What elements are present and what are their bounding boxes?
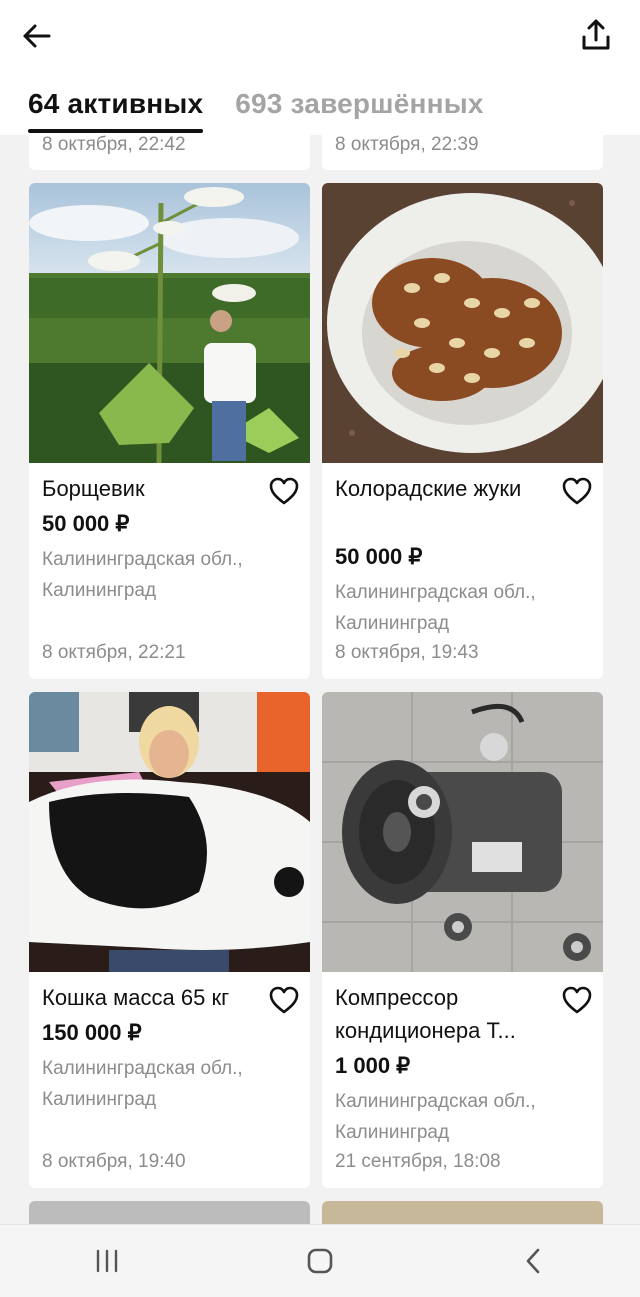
listing-title: Кошка масса 65 кг xyxy=(42,985,230,1010)
hogweed-photo-illustration xyxy=(29,183,310,463)
listing-location: Калининградская обл., Калининград xyxy=(335,582,536,634)
listing-tabs: 64 активных 693 завершённых xyxy=(28,88,484,135)
listing-card[interactable]: Кошка масса 65 кг 150 000 ₽ Калининградс… xyxy=(29,692,310,1188)
tab-active-listings[interactable]: 64 активных xyxy=(28,88,204,135)
listing-location: Калининградская обл., Калининград xyxy=(42,1058,243,1110)
listing-price: 1 000 ₽ xyxy=(335,1053,411,1078)
listing-photo-beetles[interactable] xyxy=(322,183,603,463)
listing-photo-cat[interactable] xyxy=(29,692,310,972)
listing-card[interactable]: Колорадские жуки 50 000 ₽ Калининградска… xyxy=(322,183,603,679)
listing-date: 8 октября, 19:40 xyxy=(42,1151,186,1172)
back-arrow-icon[interactable] xyxy=(16,16,56,56)
listing-price: 50 000 ₽ xyxy=(335,544,423,569)
favorite-heart-icon[interactable] xyxy=(561,985,593,1015)
compressor-photo-illustration xyxy=(322,692,603,972)
listing-date: 8 октября, 22:42 xyxy=(42,134,186,155)
share-upload-icon[interactable] xyxy=(574,12,618,56)
listing-date: 8 октября, 19:43 xyxy=(335,642,479,663)
favorite-heart-icon[interactable] xyxy=(268,476,300,506)
listing-card[interactable]: Компрессор кондиционера Т... 1 000 ₽ Кал… xyxy=(322,692,603,1188)
listing-title: Компрессор кондиционера Т... xyxy=(335,985,516,1043)
cat-photo-illustration xyxy=(29,692,310,972)
listing-price: 50 000 ₽ xyxy=(42,511,130,536)
listing-location: Калининградская обл., Калининград xyxy=(42,549,243,601)
listing-card[interactable]: Борщевик 50 000 ₽ Калининградская обл., … xyxy=(29,183,310,679)
listing-location: Калининградская обл., Калининград xyxy=(335,1091,536,1143)
listing-photo-hogweed[interactable] xyxy=(29,183,310,463)
app-screen: 8 октября, 22:42 8 октября, 22:39 Борщев… xyxy=(0,0,640,1297)
recent-apps-icon[interactable] xyxy=(77,1236,137,1286)
home-icon[interactable] xyxy=(290,1236,350,1286)
back-chevron-icon[interactable] xyxy=(503,1236,563,1286)
listing-photo-compressor[interactable] xyxy=(322,692,603,972)
listing-title: Колорадские жуки xyxy=(335,476,522,501)
favorite-heart-icon[interactable] xyxy=(268,985,300,1015)
top-bar: 64 активных 693 завершённых xyxy=(0,0,640,135)
tab-completed-listings[interactable]: 693 завершённых xyxy=(235,88,483,135)
listing-price: 150 000 ₽ xyxy=(42,1020,142,1045)
beetles-photo-illustration xyxy=(322,183,603,463)
favorite-heart-icon[interactable] xyxy=(561,476,593,506)
listing-date: 8 октября, 22:39 xyxy=(335,134,479,155)
system-navigation-bar xyxy=(0,1224,640,1297)
listing-title: Борщевик xyxy=(42,476,145,501)
listing-date: 8 октября, 22:21 xyxy=(42,642,186,663)
listing-date: 21 сентября, 18:08 xyxy=(335,1151,501,1172)
